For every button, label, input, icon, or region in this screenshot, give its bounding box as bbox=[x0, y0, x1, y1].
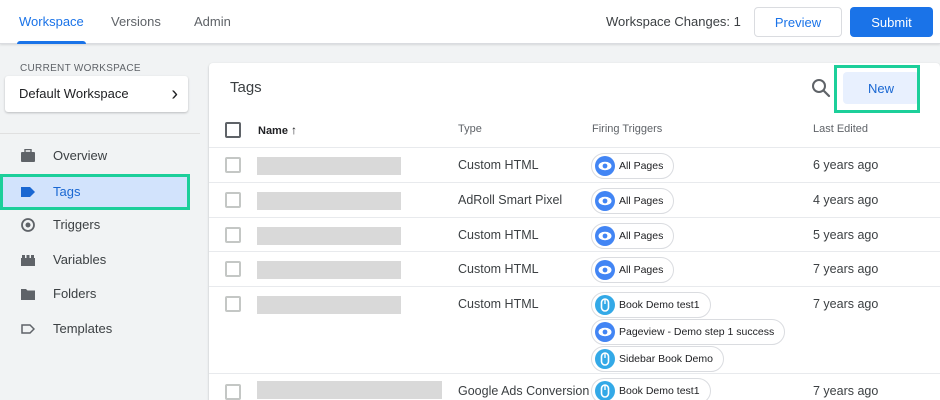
column-header-edited[interactable]: Last Edited bbox=[813, 123, 868, 135]
tab-workspace[interactable]: Workspace bbox=[17, 0, 86, 44]
trigger-chip[interactable]: All Pages bbox=[591, 257, 675, 283]
row-checkbox[interactable] bbox=[225, 384, 241, 400]
folder-icon bbox=[21, 289, 35, 300]
tag-name-redacted[interactable] bbox=[257, 227, 401, 245]
sidebar-item-folders[interactable]: Folders bbox=[0, 277, 190, 311]
tag-name-redacted[interactable] bbox=[257, 157, 401, 175]
trigger-name: Pageview - Demo step 1 success bbox=[619, 326, 775, 338]
sidebar-item-overview[interactable]: Overview bbox=[0, 139, 190, 173]
column-header-name[interactable]: Name ↑ bbox=[258, 123, 297, 137]
workspace-selector[interactable]: Default Workspace › bbox=[5, 76, 188, 112]
last-edited: 4 years ago bbox=[813, 193, 879, 207]
pageview-icon bbox=[595, 191, 615, 211]
tag-type: AdRoll Smart Pixel bbox=[458, 193, 563, 207]
row-checkbox[interactable] bbox=[225, 157, 241, 173]
sidebar-item-label: Overview bbox=[53, 148, 108, 163]
pageview-icon bbox=[595, 156, 615, 176]
last-edited: 5 years ago bbox=[813, 228, 879, 242]
tag-type: Custom HTML bbox=[458, 158, 539, 172]
last-edited: 6 years ago bbox=[813, 158, 879, 172]
current-workspace-heading: CURRENT WORKSPACE bbox=[20, 63, 141, 74]
workspace-name: Default Workspace bbox=[19, 86, 129, 101]
trigger-chip[interactable]: All Pages bbox=[591, 188, 675, 214]
table-row[interactable]: Custom HTML Book Demo test1 Pageview - D… bbox=[209, 286, 940, 373]
sidebar-item-label: Templates bbox=[53, 321, 113, 336]
tag-type: Google Ads Conversion bbox=[458, 384, 590, 398]
tag-name-redacted[interactable] bbox=[257, 381, 442, 399]
sidebar-item-triggers[interactable]: Triggers bbox=[0, 208, 190, 242]
click-icon bbox=[595, 349, 615, 369]
trigger-name: All Pages bbox=[619, 195, 664, 207]
last-edited: 7 years ago bbox=[813, 384, 879, 398]
trigger-chip[interactable]: All Pages bbox=[591, 223, 675, 249]
sort-ascending-icon: ↑ bbox=[291, 123, 298, 137]
sidebar-item-label: Tags bbox=[53, 184, 81, 199]
row-checkbox[interactable] bbox=[225, 296, 241, 312]
table-row[interactable]: Custom HTML All Pages 7 years ago bbox=[209, 251, 940, 286]
tag-name-redacted[interactable] bbox=[257, 296, 401, 314]
trigger-chip[interactable]: Book Demo test1 bbox=[591, 292, 711, 318]
pageview-icon bbox=[595, 322, 615, 342]
trigger-chip[interactable]: Sidebar Book Demo bbox=[591, 346, 724, 372]
table-header: Name ↑ Type Firing Triggers Last Edited bbox=[209, 113, 940, 147]
table-row[interactable]: Google Ads Conversion Book Demo test1 7 … bbox=[209, 373, 940, 400]
tag-type: Custom HTML bbox=[458, 228, 539, 242]
sidebar-item-variables[interactable]: Variables bbox=[0, 243, 190, 277]
tag-type: Custom HTML bbox=[458, 297, 539, 311]
trigger-chip[interactable]: All Pages bbox=[591, 153, 675, 179]
click-icon bbox=[595, 381, 615, 400]
chevron-right-icon: › bbox=[171, 83, 178, 105]
trigger-name: All Pages bbox=[619, 230, 664, 242]
search-icon[interactable] bbox=[810, 77, 832, 99]
row-checkbox[interactable] bbox=[225, 192, 241, 208]
row-checkbox[interactable] bbox=[225, 261, 241, 277]
click-icon bbox=[595, 295, 615, 315]
preview-button[interactable]: Preview bbox=[754, 7, 842, 37]
tag-icon bbox=[21, 187, 35, 197]
variables-icon bbox=[21, 255, 35, 266]
template-icon bbox=[21, 324, 35, 334]
trigger-name: All Pages bbox=[619, 264, 664, 276]
column-header-type: Type bbox=[458, 123, 482, 135]
select-all-checkbox[interactable] bbox=[225, 122, 241, 138]
sidebar-item-tags[interactable]: Tags bbox=[0, 174, 190, 210]
trigger-chip[interactable]: Pageview - Demo step 1 success bbox=[591, 319, 786, 345]
table-row[interactable]: Custom HTML All Pages 6 years ago bbox=[209, 147, 940, 182]
column-header-triggers: Firing Triggers bbox=[592, 123, 663, 135]
sidebar-item-label: Folders bbox=[53, 286, 97, 301]
last-edited: 7 years ago bbox=[813, 297, 879, 311]
panel-title: Tags bbox=[230, 79, 262, 96]
pageview-icon bbox=[595, 226, 615, 246]
briefcase-icon bbox=[21, 149, 35, 162]
submit-button[interactable]: Submit bbox=[850, 7, 933, 37]
sidebar-item-label: Variables bbox=[53, 252, 107, 267]
tag-name-redacted[interactable] bbox=[257, 261, 401, 279]
sidebar-divider bbox=[0, 133, 200, 134]
top-bar: Workspace Versions Admin Workspace Chang… bbox=[0, 0, 940, 44]
last-edited: 7 years ago bbox=[813, 262, 879, 276]
column-header-name-label: Name bbox=[258, 125, 288, 137]
new-tag-button[interactable]: New bbox=[843, 72, 919, 104]
row-checkbox[interactable] bbox=[225, 227, 241, 243]
table-row[interactable]: Custom HTML All Pages 5 years ago bbox=[209, 217, 940, 251]
tag-type: Custom HTML bbox=[458, 262, 539, 276]
tab-admin[interactable]: Admin bbox=[194, 0, 231, 44]
pageview-icon bbox=[595, 260, 615, 280]
workspace-changes-count[interactable]: Workspace Changes: 1 bbox=[606, 0, 741, 43]
tags-panel: Tags New Name ↑ Type Firing Triggers Las… bbox=[209, 63, 940, 400]
trigger-icon bbox=[21, 218, 35, 232]
trigger-chip[interactable]: Book Demo test1 bbox=[591, 378, 711, 400]
tag-name-redacted[interactable] bbox=[257, 192, 401, 210]
sidebar-item-label: Triggers bbox=[53, 217, 101, 232]
trigger-name: Book Demo test1 bbox=[619, 299, 700, 311]
table-row[interactable]: AdRoll Smart Pixel All Pages 4 years ago bbox=[209, 182, 940, 217]
trigger-name: Book Demo test1 bbox=[619, 385, 700, 397]
trigger-name: Sidebar Book Demo bbox=[619, 353, 713, 365]
trigger-name: All Pages bbox=[619, 160, 664, 172]
tab-versions[interactable]: Versions bbox=[111, 0, 161, 44]
sidebar-item-templates[interactable]: Templates bbox=[0, 312, 190, 346]
